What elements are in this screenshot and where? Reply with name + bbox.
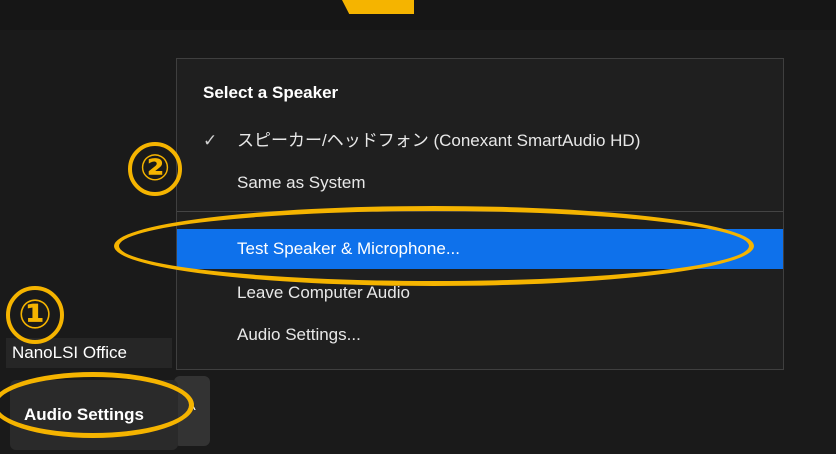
menu-item-label: Audio Settings... [237,325,361,344]
annotation-step-1: ① [6,286,64,344]
top-area [0,0,836,30]
menu-item-same-as-system[interactable]: Same as System [177,163,783,203]
check-icon: ✓ [203,131,218,150]
menu-title: Select a Speaker [203,83,339,102]
annotation-arrow [342,0,414,14]
annotation-ring-audio-settings [0,372,194,438]
menu-item-label: スピーカー/ヘッドフォン (Conexant SmartAudio HD) [237,131,641,150]
menu-item-label: Same as System [237,173,366,192]
annotation-ring-test-speaker [114,206,754,286]
menu-item-speaker-device[interactable]: ✓ スピーカー/ヘッドフォン (Conexant SmartAudio HD) [177,121,783,161]
menu-item-audio-settings[interactable]: Audio Settings... [177,315,783,355]
annotation-step-2: ② [128,142,182,196]
